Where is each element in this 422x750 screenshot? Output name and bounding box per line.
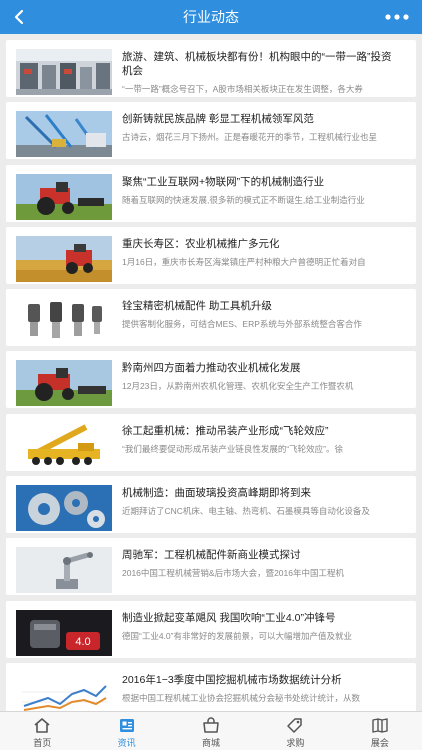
article-summary: “我们最终要促动形成吊装产业链良性发展的“飞轮效应”。徐 (122, 443, 343, 454)
article-item[interactable]: 徐工起重机械：推动吊装产业形成“飞轮效应” “我们最终要促动形成吊装产业链良性发… (6, 413, 416, 471)
article-item[interactable]: 重庆长寿区：农业机械推广多元化 1月16日，重庆市长寿区海棠镇庄严村种粮大户曾德… (6, 226, 416, 284)
article-title: 旅游、建筑、机械板块都有份！机构眼中的“一带一路”投资机会 (122, 51, 392, 77)
tab-label: 求购 (286, 738, 305, 748)
article-thumbnail-harvester (16, 235, 112, 282)
article-title: 聚焦“工业互联网+物联网”下的机械制造行业 (122, 175, 325, 188)
article-thumbnail-industry40: 4.0 (16, 609, 112, 656)
article-thumbnail-line-chart (16, 671, 112, 711)
article-title: 创新铸就民族品牌 彰显工程机械领军风范 (122, 113, 314, 126)
tab-label: 首页 (33, 738, 52, 748)
article-title: 铨宝精密机械配件 助工具机升级 (122, 300, 272, 313)
article-thumbnail-tractor (16, 173, 112, 220)
bottom-tab-bar: 首页 资讯 商城 求购 展会 (0, 711, 422, 750)
article-thumbnail-robot-arm (16, 547, 112, 594)
article-title: 重庆长寿区：农业机械推广多元化 (122, 237, 280, 250)
article-summary: 随着互联网的快速发展,很多新的模式正不断诞生,给工业制造行业 (122, 194, 365, 205)
tab-label: 商城 (202, 738, 221, 748)
article-summary: 1月16日，重庆市长寿区海棠镇庄严村种粮大户曾德明正忙着对自 (122, 256, 366, 267)
article-thumbnail-cranes (16, 111, 112, 158)
article-item[interactable]: 4.0 制造业掀起变革飓风 我国吹响“工业4.0”冲锋号 德国“工业4.0”有非… (6, 600, 416, 658)
article-title: 徐工起重机械：推动吊装产业形成“飞轮效应” (122, 424, 329, 437)
top-bar: 行业动态 (0, 0, 422, 34)
news-icon (117, 716, 137, 734)
tab-home[interactable]: 首页 (0, 712, 84, 750)
industry-4-label: 4.0 (75, 636, 90, 648)
article-thumbnail-chucks (16, 298, 112, 345)
shop-icon (201, 716, 221, 734)
article-summary: 古诗云，烟花三月下扬州。正是春暖花开的季节，工程机械行业也呈 (122, 132, 378, 143)
article-summary: 根据中国工程机械工业协会挖掘机械分会秘书处统计统计，从数 (122, 692, 361, 703)
article-item[interactable]: 黔南州四方面着力推动农业机械化发展 12月23日，从黔南州农机化管理、农机化安全… (6, 351, 416, 409)
article-summary: 德国“工业4.0”有非常好的发展前景，可以大幅增加产值及就业 (122, 630, 352, 641)
article-title: 2016年1−3季度中国挖掘机械市场数据统计分析 (122, 673, 342, 686)
article-item[interactable]: 周驰军：工程机械配件新商业模式探讨 2016中国工程机械营销&后市场大会，暨20… (6, 538, 416, 596)
article-title: 黔南州四方面着力推动农业机械化发展 (122, 362, 301, 375)
tab-label: 资讯 (117, 738, 136, 748)
article-thumbnail-factory (16, 49, 112, 95)
book-icon (370, 716, 390, 734)
article-list: 旅游、建筑、机械板块都有份！机构眼中的“一带一路”投资机会 “一带一路”概念号召… (0, 34, 422, 711)
article-item[interactable]: 旅游、建筑、机械板块都有份！机构眼中的“一带一路”投资机会 “一带一路”概念号召… (6, 40, 416, 97)
article-thumbnail-gears (16, 485, 112, 532)
home-icon (32, 716, 52, 734)
article-thumbnail-crane-truck (16, 422, 112, 469)
article-summary: 近期拜访了CNC机床、电主轴、热弯机、石墨模具等自动化设备及 (122, 506, 370, 517)
article-thumbnail-tractor (16, 360, 112, 407)
article-item[interactable]: 机械制造：曲面玻璃投资高峰期即将到来 近期拜访了CNC机床、电主轴、热弯机、石墨… (6, 476, 416, 534)
tab-shop[interactable]: 商城 (169, 712, 253, 750)
article-summary: 12月23日，从黔南州农机化管理、农机化安全生产工作暨农机 (122, 381, 354, 392)
tab-label: 展会 (370, 738, 389, 748)
tab-news[interactable]: 资讯 (84, 712, 168, 750)
article-item[interactable]: 2016年1−3季度中国挖掘机械市场数据统计分析 根据中国工程机械工业协会挖掘机… (6, 662, 416, 711)
article-title: 制造业掀起变革飓风 我国吹响“工业4.0”冲锋号 (122, 611, 336, 624)
more-dots-icon (385, 14, 409, 20)
article-item[interactable]: 创新铸就民族品牌 彰显工程机械领军风范 古诗云，烟花三月下扬州。正是春暖花开的季… (6, 102, 416, 160)
page-title: 行业动态 (183, 9, 239, 25)
article-summary: 提供客制化服务，可结合MES、ERP系统与外部系统整合客合作 (122, 319, 362, 330)
article-title: 机械制造：曲面玻璃投资高峰期即将到来 (122, 487, 311, 500)
article-summary: 2016中国工程机械营销&后市场大会，暨2016年中国工程机 (122, 568, 344, 579)
tag-icon (285, 716, 305, 734)
article-item[interactable]: 铨宝精密机械配件 助工具机升级 提供客制化服务，可结合MES、ERP系统与外部系… (6, 289, 416, 347)
tab-exhibition[interactable]: 展会 (338, 712, 422, 750)
tab-purchase[interactable]: 求购 (253, 712, 337, 750)
article-item[interactable]: 聚焦“工业互联网+物联网”下的机械制造行业 随着互联网的快速发展,很多新的模式正… (6, 164, 416, 222)
article-title: 周驰军：工程机械配件新商业模式探讨 (122, 549, 301, 562)
article-summary: “一带一路”概念号召下，A股市场相关板块正在发生调整，各大券 (122, 84, 363, 94)
more-button[interactable] (380, 4, 414, 30)
